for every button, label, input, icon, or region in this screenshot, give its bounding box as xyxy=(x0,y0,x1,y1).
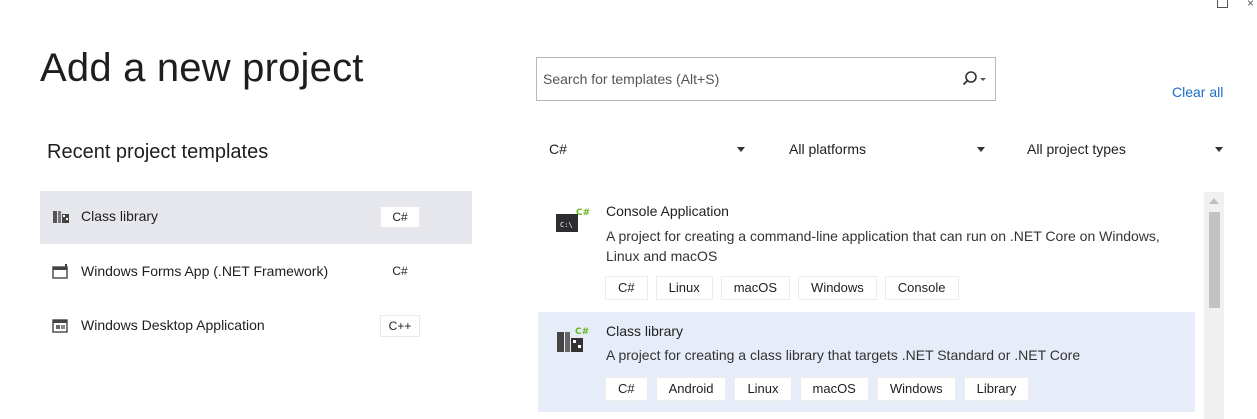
template-description: A project for creating a command-line ap… xyxy=(606,228,1160,264)
tag: C# xyxy=(605,377,648,401)
template-tags: C# Android Linux macOS Windows Library xyxy=(605,377,1030,401)
page-title: Add a new project xyxy=(40,46,364,90)
search-input[interactable] xyxy=(543,69,943,89)
clear-all-link[interactable]: Clear all xyxy=(1172,84,1223,100)
chevron-down-icon xyxy=(977,147,985,152)
recent-item-label: Windows Forms App (.NET Framework) xyxy=(81,263,329,279)
search-icon xyxy=(962,71,986,86)
recent-item-label: Class library xyxy=(81,208,159,224)
search-box[interactable] xyxy=(536,57,996,101)
tag: Library xyxy=(963,377,1030,401)
recent-item-windows-desktop[interactable]: Windows Desktop Application C++ xyxy=(40,300,472,353)
project-type-filter-value: All project types xyxy=(1027,141,1126,157)
language-badge: C++ xyxy=(380,315,420,337)
recent-item-label: Windows Desktop Application xyxy=(81,317,265,333)
windows-form-icon xyxy=(52,264,68,279)
recent-item-class-library[interactable]: Class library C# xyxy=(40,191,472,244)
project-type-filter-dropdown[interactable]: All project types xyxy=(1017,128,1231,170)
svg-text:C#: C# xyxy=(576,208,590,218)
chevron-down-icon xyxy=(1215,147,1223,152)
language-badge: C# xyxy=(392,264,408,278)
template-class-library[interactable]: C# Class library A project for creating … xyxy=(538,312,1195,412)
template-list-scrollbar[interactable] xyxy=(1204,192,1224,419)
template-name: Class library xyxy=(606,323,684,339)
tag: Android xyxy=(655,377,727,401)
tag: Console xyxy=(884,276,959,300)
desktop-app-icon xyxy=(52,319,68,333)
scroll-up-arrow-icon[interactable] xyxy=(1209,198,1219,204)
maximize-icon[interactable] xyxy=(1217,0,1228,8)
scrollbar-thumb[interactable] xyxy=(1209,212,1220,308)
console-app-icon: C:\ C# xyxy=(556,208,590,232)
class-library-icon: C# xyxy=(557,327,589,352)
language-filter-dropdown[interactable]: C# xyxy=(539,128,759,170)
tag: Linux xyxy=(655,276,713,300)
tag: macOS xyxy=(720,276,791,300)
tag: Windows xyxy=(798,276,877,300)
template-description: A project for creating a class library t… xyxy=(606,347,1081,363)
language-badge: C# xyxy=(380,206,420,228)
search-button[interactable] xyxy=(961,69,989,89)
template-tags: C# Linux macOS Windows Console xyxy=(605,276,959,300)
tag: C# xyxy=(605,276,648,300)
language-filter-value: C# xyxy=(549,141,567,157)
platform-filter-value: All platforms xyxy=(789,141,867,157)
tag: Windows xyxy=(876,377,956,401)
chevron-down-icon xyxy=(737,147,745,152)
tag: Linux xyxy=(734,377,792,401)
recent-templates-heading: Recent project templates xyxy=(47,141,269,163)
tag: macOS xyxy=(799,377,869,401)
template-console-application[interactable]: C:\ C# Console Application A project for… xyxy=(538,192,1195,310)
svg-text:C#: C# xyxy=(575,327,589,337)
svg-text:C:\: C:\ xyxy=(560,221,573,229)
platform-filter-dropdown[interactable]: All platforms xyxy=(779,128,999,170)
class-library-icon xyxy=(53,211,69,223)
close-icon[interactable]: × xyxy=(1247,0,1254,10)
template-name: Console Application xyxy=(606,203,729,219)
recent-item-windows-forms[interactable]: Windows Forms App (.NET Framework) C# xyxy=(40,246,472,299)
